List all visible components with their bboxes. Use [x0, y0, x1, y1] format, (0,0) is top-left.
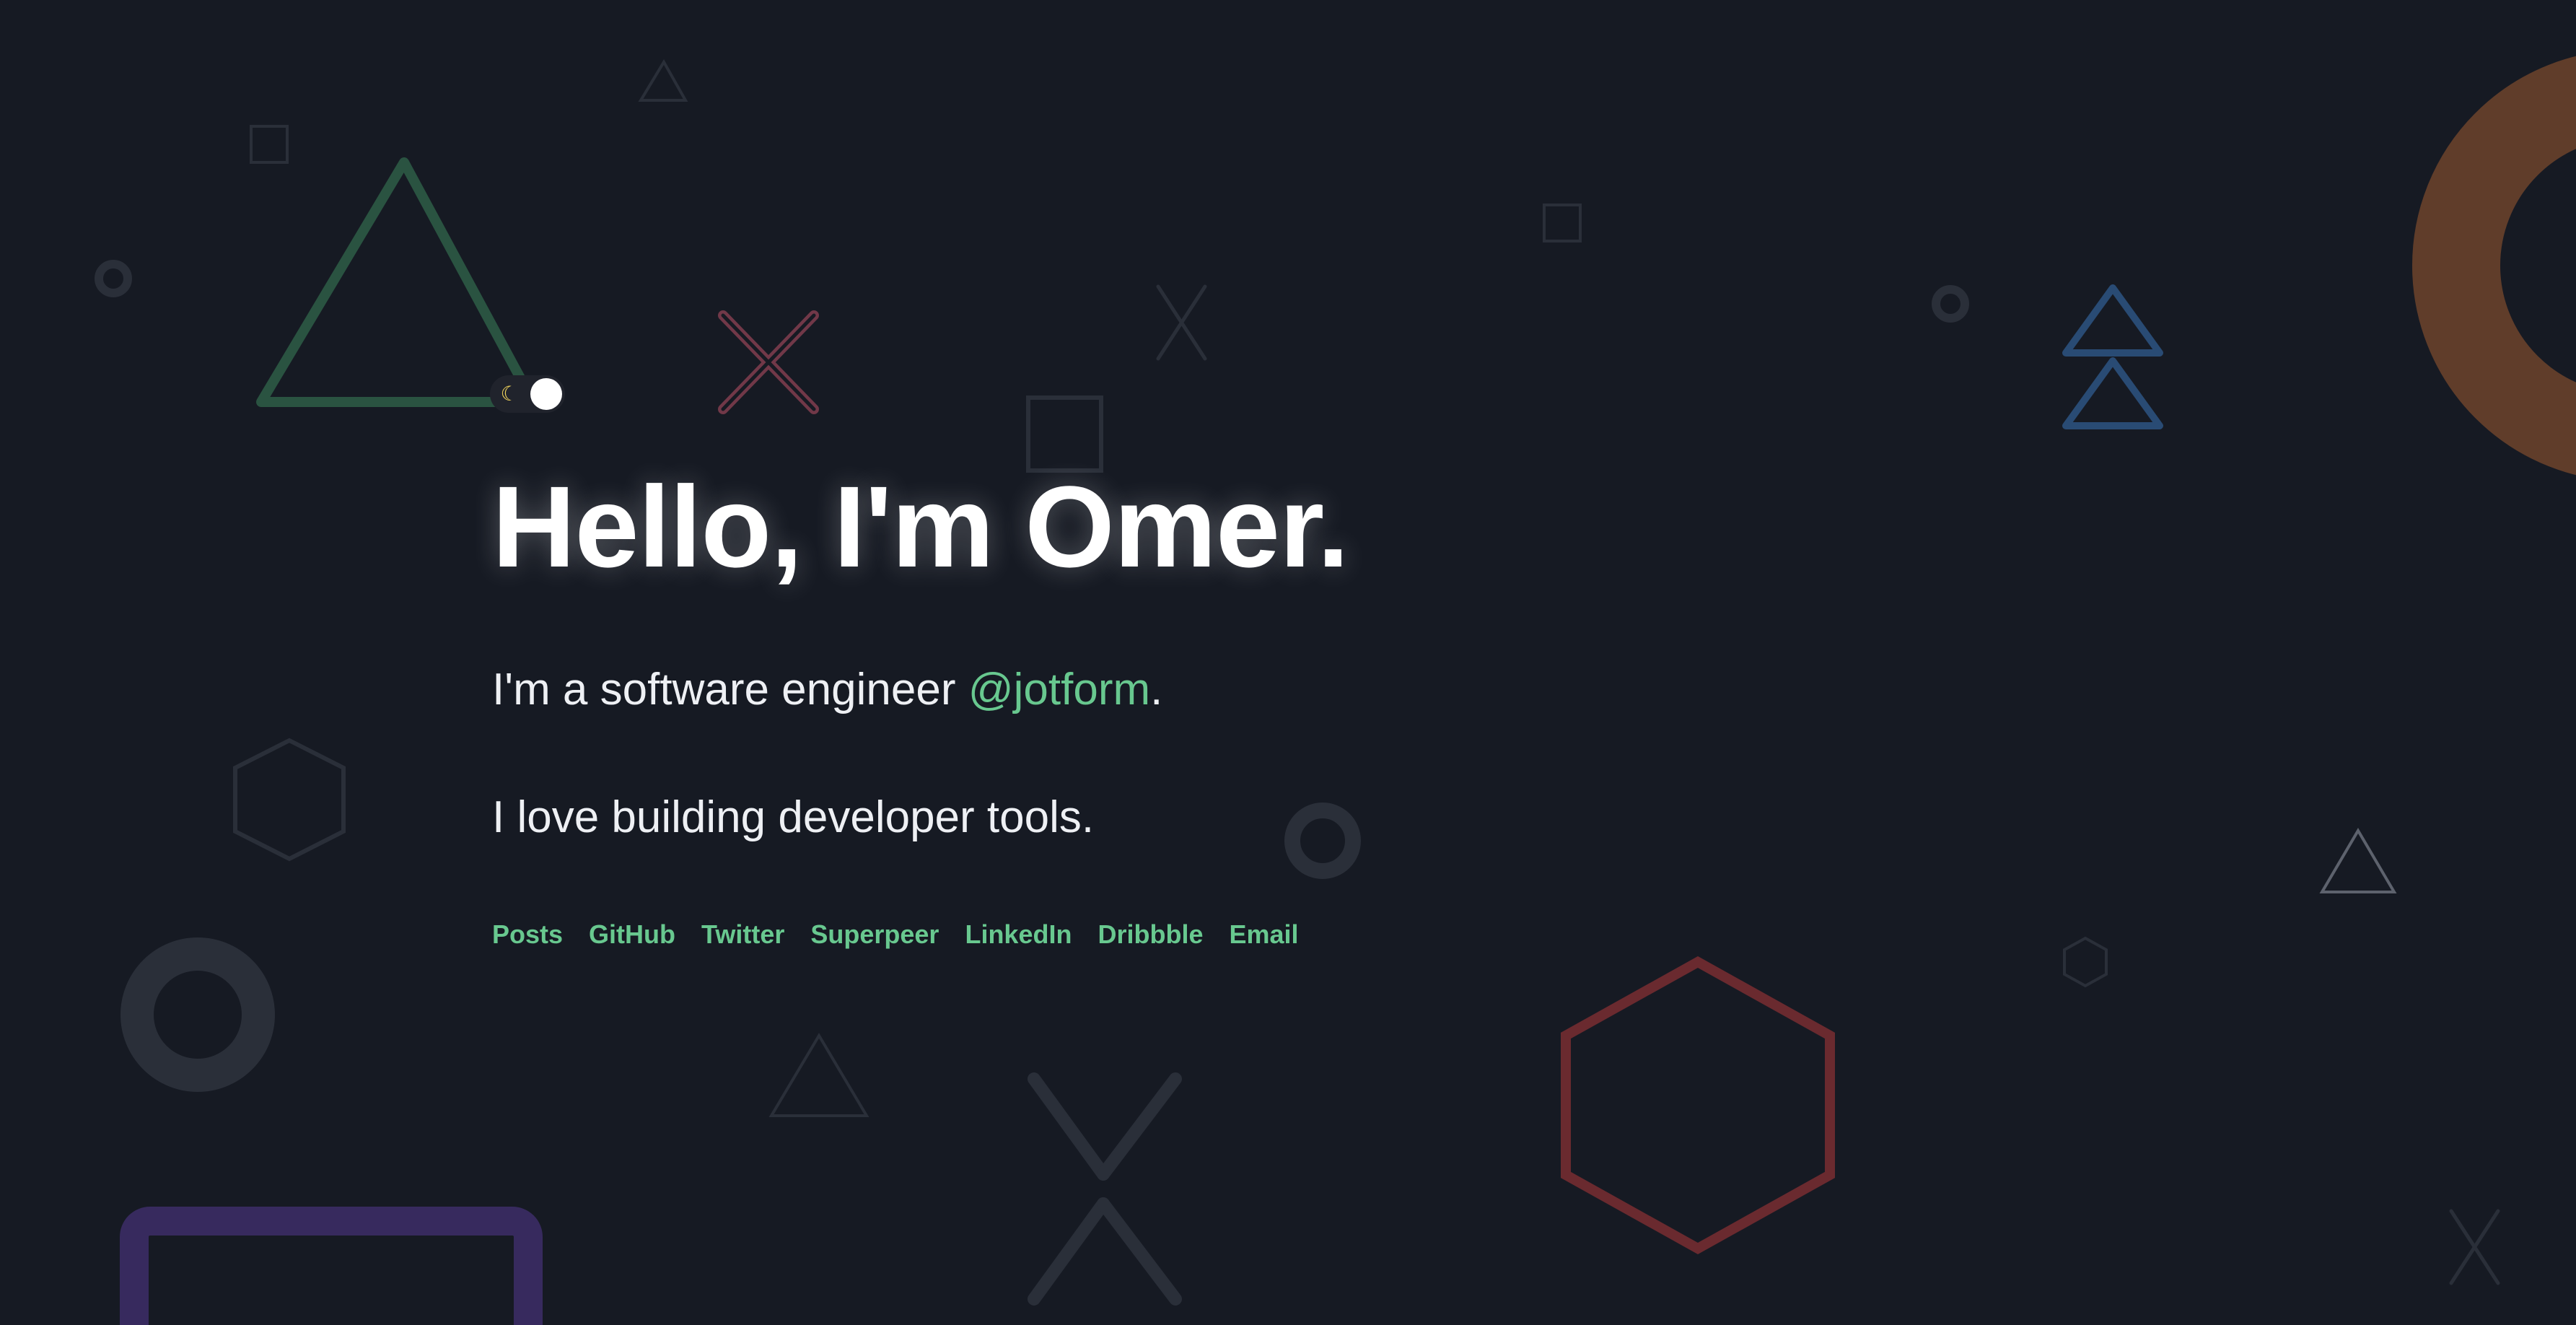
intro-text-main: I'm a software engineer — [492, 665, 968, 714]
small-ring-icon-2 — [1932, 285, 1969, 323]
blue-triangle-bottom-icon — [2062, 357, 2163, 429]
page-title: Hello, I'm Omer. — [492, 462, 1349, 591]
social-links: Posts GitHub Twitter Superpeer LinkedIn … — [492, 919, 1299, 950]
intro-period: . — [1150, 665, 1163, 714]
twitter-link[interactable]: Twitter — [701, 919, 784, 950]
blue-triangle-top-icon — [2062, 284, 2163, 357]
theme-toggle-knob — [530, 378, 562, 410]
theme-toggle[interactable]: ☾ — [490, 375, 565, 413]
square-icon — [1026, 395, 1103, 473]
large-x-icon — [1028, 1072, 1182, 1306]
small-ring-icon — [95, 260, 132, 297]
github-link[interactable]: GitHub — [589, 919, 675, 950]
hexagon-icon — [233, 738, 346, 862]
green-triangle-icon — [256, 157, 538, 407]
intro-text: I'm a software engineer @jotform. — [492, 664, 1162, 715]
brown-ring-icon — [2412, 56, 2576, 476]
red-hexagon-icon — [1561, 956, 1835, 1255]
email-link[interactable]: Email — [1229, 919, 1298, 950]
superpeer-link[interactable]: Superpeer — [810, 919, 939, 950]
bottom-right-x-icon — [2449, 1209, 2500, 1285]
tiny-hexagon-icon — [2063, 936, 2108, 988]
moon-icon: ☾ — [500, 382, 519, 405]
big-ring-icon — [121, 937, 275, 1092]
faint-triangle-icon — [768, 1033, 869, 1117]
hero-section: Hello, I'm Omer. I'm a software engineer… — [492, 462, 1647, 950]
pink-x-core — [721, 313, 816, 411]
ring-icon — [1284, 803, 1361, 879]
love-text: I love building developer tools. — [492, 792, 1095, 842]
small-square-icon — [250, 125, 289, 164]
light-triangle-icon — [2319, 828, 2397, 893]
purple-rectangle-icon — [120, 1207, 543, 1325]
small-triangle-icon — [638, 59, 688, 102]
small-square-icon-2 — [1543, 204, 1582, 242]
small-x-icon — [1156, 284, 1207, 361]
dribbble-link[interactable]: Dribbble — [1098, 919, 1203, 950]
background-shapes — [95, 56, 2576, 1325]
posts-link[interactable]: Posts — [492, 919, 563, 950]
linkedin-link[interactable]: LinkedIn — [965, 919, 1072, 950]
jotform-link[interactable]: @jotform — [968, 665, 1150, 714]
